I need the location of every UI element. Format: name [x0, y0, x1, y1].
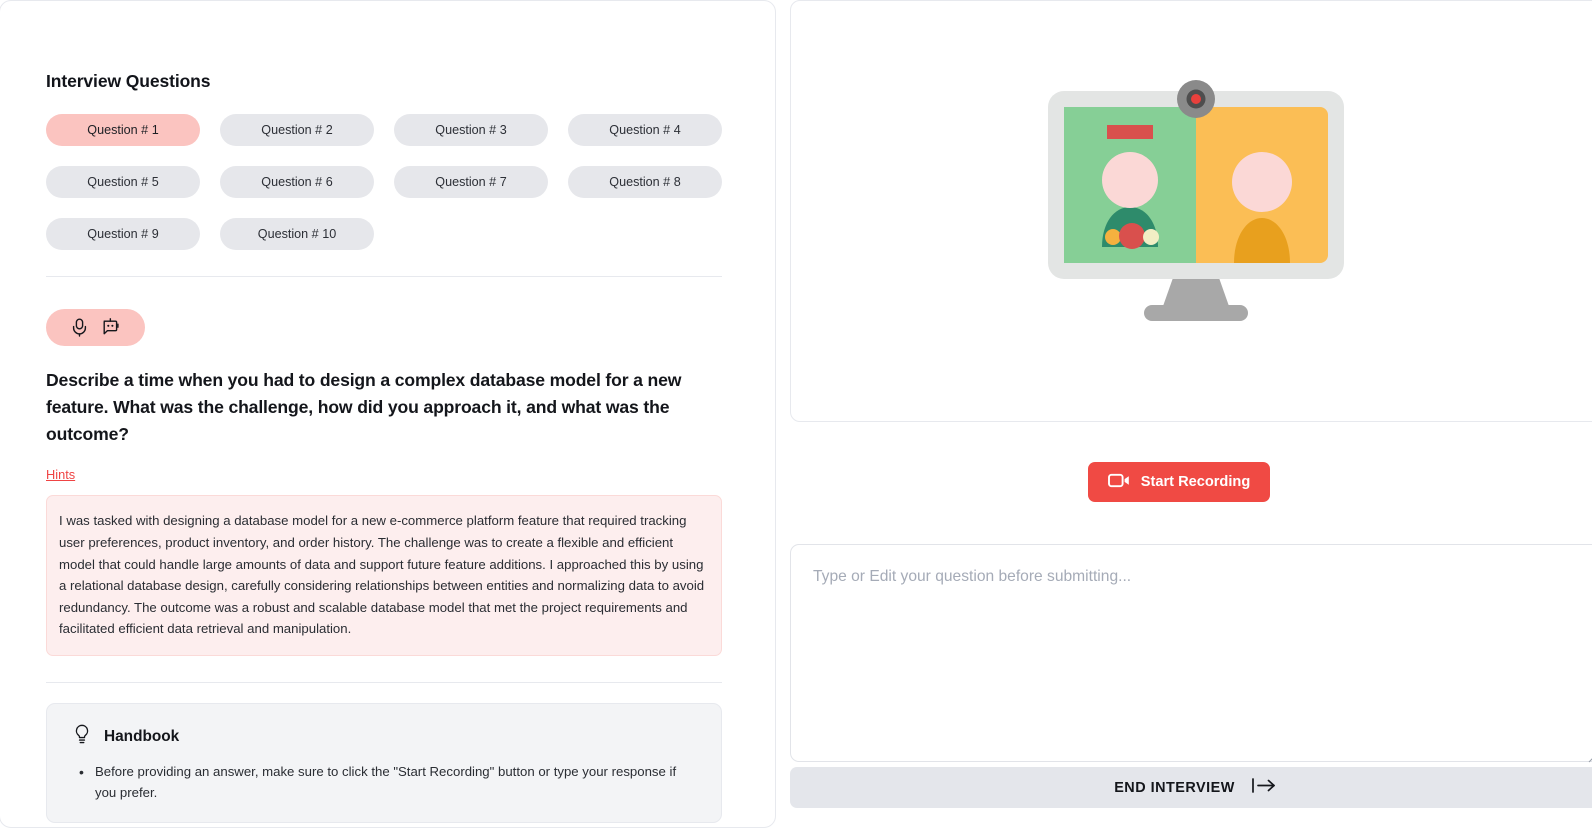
end-interview-button[interactable]: END INTERVIEW: [790, 767, 1592, 808]
question-chip-4[interactable]: Question # 4: [568, 114, 722, 146]
end-interview-label: END INTERVIEW: [1114, 779, 1235, 796]
microphone-icon: [71, 318, 88, 337]
question-chip-9[interactable]: Question # 9: [46, 218, 200, 250]
record-button-row: Start Recording: [790, 462, 1568, 502]
divider-bottom: [46, 682, 722, 684]
handbook-card: Handbook Before providing an answer, mak…: [46, 703, 722, 823]
divider-top: [46, 276, 722, 277]
question-chip-6[interactable]: Question # 6: [220, 166, 374, 198]
interview-questions-panel: Interview Questions Question # 1 Questio…: [0, 0, 776, 828]
start-recording-label: Start Recording: [1140, 474, 1251, 490]
video-interview-monitor-illustration: [1048, 80, 1344, 321]
question-chip-10[interactable]: Question # 10: [220, 218, 374, 250]
answer-mode-badge[interactable]: [46, 309, 145, 346]
question-chip-2[interactable]: Question # 2: [220, 114, 374, 146]
robot-chat-icon: [101, 318, 120, 337]
logout-arrow-icon: [1251, 777, 1277, 798]
video-camera-icon: [1107, 473, 1130, 492]
question-chip-grid: Question # 1 Question # 2 Question # 3 Q…: [46, 114, 722, 250]
question-chip-3[interactable]: Question # 3: [394, 114, 548, 146]
answer-textarea[interactable]: [790, 544, 1592, 762]
handbook-list-item: Before providing an answer, make sure to…: [73, 761, 699, 804]
interview-session-panel: Start Recording END INTERVIEW: [790, 0, 1592, 828]
question-chip-7[interactable]: Question # 7: [394, 166, 548, 198]
handbook-title: Handbook: [104, 727, 180, 745]
video-preview-card: [790, 0, 1592, 422]
page-title: Interview Questions: [46, 71, 211, 91]
hint-answer-box: I was tasked with designing a database m…: [46, 495, 722, 657]
handbook-list: Before providing an answer, make sure to…: [73, 761, 699, 804]
hints-link[interactable]: Hints: [46, 467, 75, 482]
question-chip-1[interactable]: Question # 1: [46, 114, 200, 146]
start-recording-button[interactable]: Start Recording: [1087, 462, 1271, 502]
question-chip-5[interactable]: Question # 5: [46, 166, 200, 198]
interview-practice-page: Interview Questions Question # 1 Questio…: [0, 0, 1592, 828]
question-chip-8[interactable]: Question # 8: [568, 166, 722, 198]
lightbulb-icon: [73, 724, 91, 749]
current-question-text: Describe a time when you had to design a…: [46, 370, 682, 445]
handbook-header: Handbook: [73, 724, 699, 749]
